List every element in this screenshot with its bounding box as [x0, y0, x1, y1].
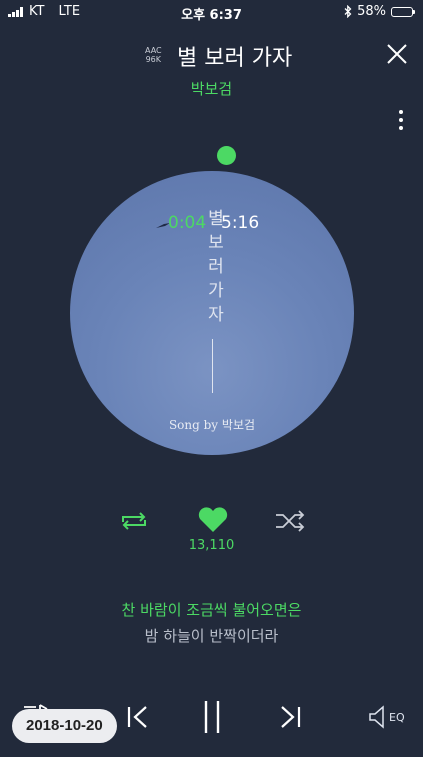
heart-icon	[198, 507, 228, 532]
time-total: 5:16	[221, 213, 260, 233]
next-button[interactable]	[277, 703, 303, 731]
codec-badge: AAC 96K	[145, 46, 162, 64]
more-icon	[399, 110, 403, 114]
repeat-button[interactable]	[117, 509, 151, 533]
lyric-current[interactable]: 찬 바람이 조금씩 불어오면은	[0, 599, 423, 620]
bluetooth-icon	[344, 5, 352, 18]
pause-icon	[204, 701, 220, 733]
next-icon	[281, 706, 301, 728]
artist-name[interactable]: 박보검	[0, 78, 423, 99]
album-credit: Song by 박보검	[168, 418, 256, 432]
time-elapsed: 0:04	[168, 213, 207, 233]
date-badge: 2018-10-20	[12, 709, 117, 743]
shuffle-icon	[276, 510, 305, 532]
album-divider-line	[212, 339, 213, 393]
close-icon	[387, 44, 407, 64]
like-count: 13,110	[188, 538, 235, 553]
album-art: 별보러가자 Song by 박보검	[70, 171, 354, 455]
codec-bitrate: 96K	[145, 55, 162, 64]
status-bar: KT LTE 오후 6:37 58%	[0, 0, 423, 24]
codec-format: AAC	[145, 46, 162, 55]
lyric-next[interactable]: 밤 하늘이 반짝이더라	[0, 625, 423, 646]
like-button[interactable]	[196, 505, 230, 535]
battery-icon	[391, 6, 415, 17]
eq-button[interactable]: EQ	[368, 703, 408, 731]
close-button[interactable]	[385, 42, 409, 66]
status-right: 58%	[344, 4, 415, 19]
shuffle-button[interactable]	[273, 509, 307, 533]
speaker-eq-icon	[369, 705, 384, 729]
mid-controls: 13,110	[0, 505, 423, 565]
song-title: 별 보러 가자	[177, 46, 293, 71]
more-button[interactable]	[397, 110, 405, 134]
player-header: AAC 96K 별 보러 가자	[0, 40, 423, 72]
pause-button[interactable]	[200, 699, 224, 735]
prev-button[interactable]	[125, 703, 151, 731]
repeat-icon	[122, 512, 146, 530]
battery-percent: 58%	[357, 4, 386, 19]
progress-handle[interactable]	[217, 146, 236, 165]
prev-icon	[127, 706, 147, 728]
eq-label: EQ	[389, 710, 405, 724]
